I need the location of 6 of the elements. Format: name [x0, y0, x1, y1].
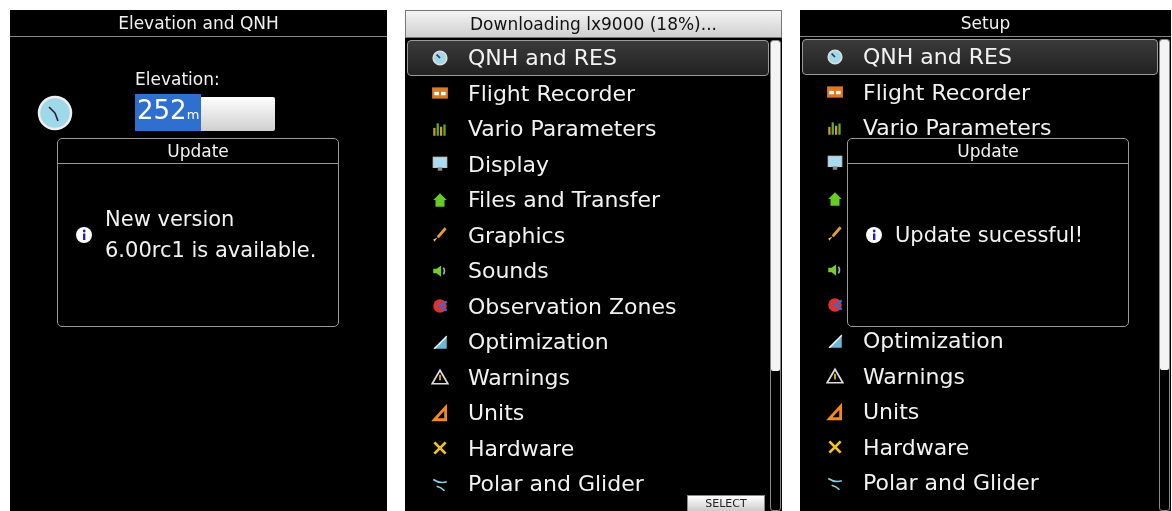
- dialog-message: New version 6.00rc1 is available.: [105, 206, 317, 264]
- dialog-message: Update sucessful!: [895, 221, 1084, 249]
- dialog-title: Update: [848, 139, 1128, 164]
- field-label: Elevation:: [135, 69, 221, 89]
- screen-title: Downloading lx9000 (18%)...: [405, 10, 782, 38]
- dialog-title: Update: [58, 139, 338, 164]
